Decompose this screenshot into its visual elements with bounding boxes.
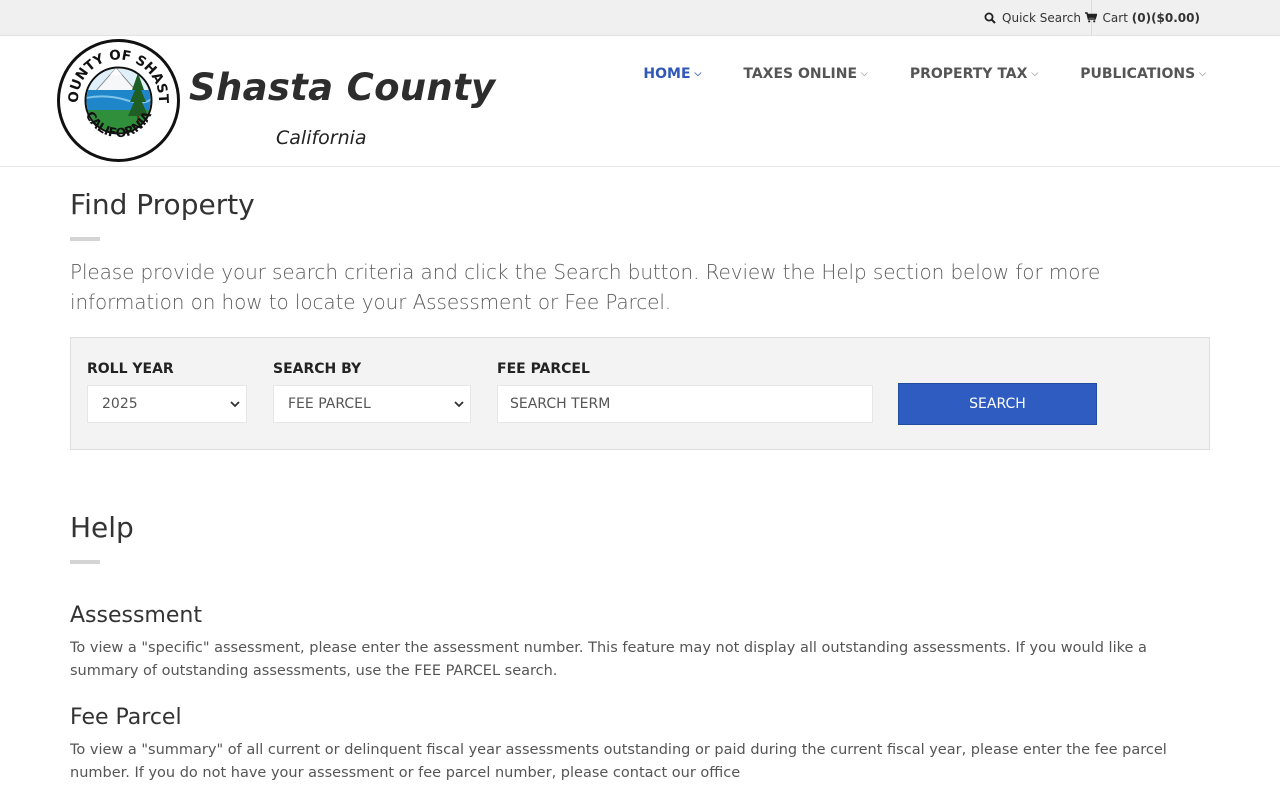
cart-label: Cart [1102,10,1128,25]
nav-item-label: TAXES ONLINE [743,66,858,82]
help-fee-parcel-heading: Fee Parcel [70,705,182,730]
help-fee-parcel-text: To view a "summary" of all current or de… [70,742,1167,781]
nav-item-taxes-online[interactable]: TAXES ONLINE ⌵ [743,66,867,82]
nav-item-publications[interactable]: PUBLICATIONS ⌵ [1080,66,1206,82]
title-divider [70,237,100,241]
nav-item-home[interactable]: HOME ⌵ [643,66,701,82]
nav-item-label: HOME [643,66,691,82]
search-icon [984,12,996,24]
main-content: Find Property Please provide your search… [70,167,1210,785]
cart-count: (0) [1131,10,1152,25]
cart-total: ($0.00) [1151,10,1200,25]
help-assessment-text: To view a "specific" assessment, please … [70,640,1147,679]
chevron-down-icon: ⌵ [861,69,868,79]
county-seal-logo[interactable]: COUNTY OF SHASTA CALIFORNIA [56,38,181,163]
help-title: Help [70,511,134,544]
roll-year-select[interactable]: 2025 [87,385,247,423]
roll-year-value: 2025 [102,396,138,412]
quick-search-label: Quick Search [1002,10,1081,25]
cart-icon [1084,12,1097,23]
search-term-label: FEE PARCEL [497,361,590,377]
nav-item-label: PUBLICATIONS [1080,66,1196,82]
roll-year-label: ROLL YEAR [87,361,174,377]
search-form: ROLL YEAR 2025 SEARCH BY FEE PARCEL FEE … [70,337,1210,450]
top-utility-bar: Quick Search Cart (0) ($0.00) [0,0,1280,36]
search-button[interactable]: SEARCH [898,383,1097,425]
search-by-label: SEARCH BY [273,361,362,377]
cart-link[interactable]: Cart (0) ($0.00) [1084,0,1200,35]
search-term-placeholder: SEARCH TERM [510,396,611,412]
chevron-down-icon: ⌵ [694,69,702,79]
search-instructions: Please provide your search criteria and … [70,260,1101,314]
nav-item-label: PROPERTY TAX [909,66,1028,82]
help-divider [70,560,100,564]
site-title[interactable]: Shasta County [189,66,495,109]
chevron-down-icon: ⌵ [1031,69,1039,79]
quick-search-link[interactable]: Quick Search [984,0,1092,35]
chevron-down-icon [230,401,240,408]
nav-item-property-tax[interactable]: PROPERTY TAX ⌵ [910,66,1038,82]
chevron-down-icon: ⌵ [1199,69,1206,79]
search-term-input[interactable]: SEARCH TERM [497,385,873,423]
search-by-value: FEE PARCEL [288,396,371,412]
main-nav: HOME ⌵ TAXES ONLINE ⌵ PROPERTY TAX ⌵ PUB… [601,66,1206,82]
chevron-down-icon [454,401,464,408]
search-by-select[interactable]: FEE PARCEL [273,385,471,423]
page-title: Find Property [70,188,255,221]
site-header: COUNTY OF SHASTA CALIFORNIA Shasta Count… [0,36,1280,167]
help-assessment-heading: Assessment [70,603,202,628]
site-subtitle: California [276,127,367,149]
